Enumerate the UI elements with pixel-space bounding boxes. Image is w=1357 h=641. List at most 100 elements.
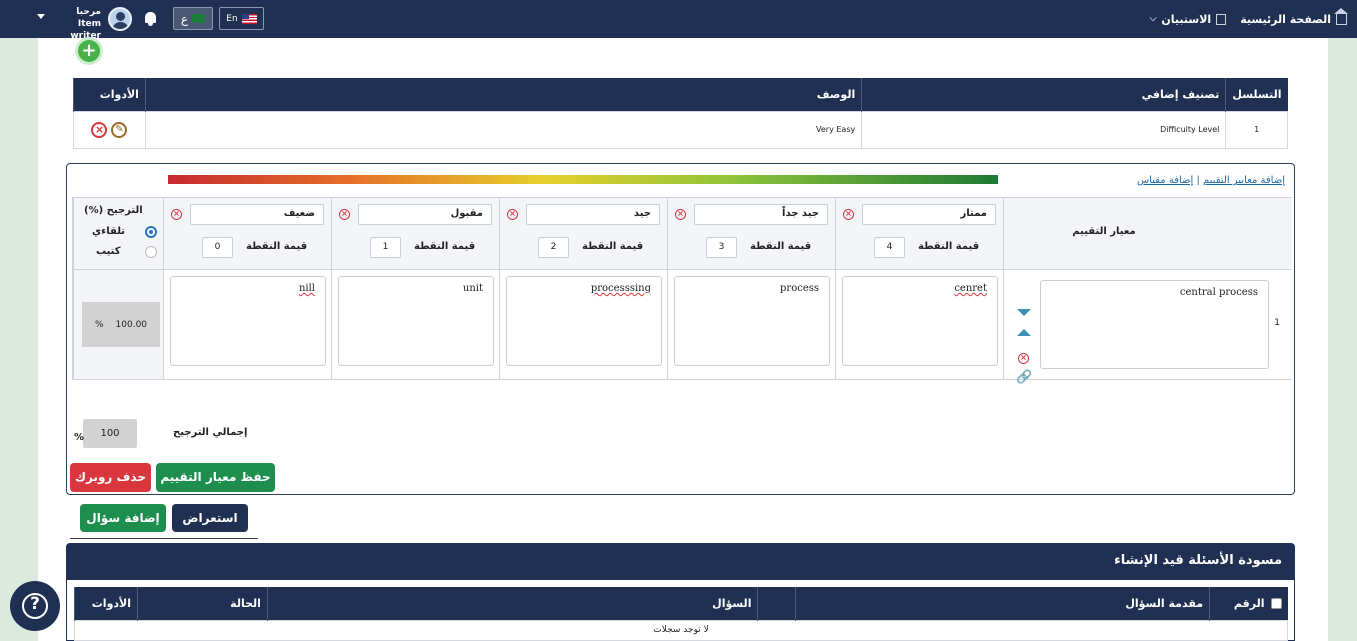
- remove-level-icon[interactable]: ×: [339, 209, 350, 220]
- nav-surveys-label: الاستبيان: [1161, 12, 1212, 26]
- point-label: قيمة النقطة: [918, 241, 980, 252]
- point-input[interactable]: 1: [370, 237, 401, 258]
- delete-icon[interactable]: ×: [91, 121, 108, 138]
- level-header-2: × جيد قيمة النقطة 2: [499, 198, 667, 270]
- weight-header-cell: (%) الترجيح تلقاءي كتيب: [73, 198, 163, 270]
- level-name-input[interactable]: جيد جداً: [694, 204, 828, 225]
- home-icon: [1334, 7, 1348, 25]
- col-desc: الوصف: [144, 78, 862, 111]
- answer-cell-1: process: [667, 270, 835, 380]
- criterion-row-cell: 1 central process × 🔗: [1003, 270, 1292, 385]
- remove-level-icon[interactable]: ×: [675, 209, 686, 220]
- add-classification-button[interactable]: +: [78, 40, 100, 62]
- answer-input[interactable]: processsing: [506, 276, 662, 366]
- move-up-icon[interactable]: [1017, 329, 1031, 336]
- cell-desc: Very Easy: [144, 110, 863, 149]
- link-icon[interactable]: 🔗: [1016, 370, 1032, 385]
- avatar[interactable]: [108, 7, 132, 31]
- col-tools: الأدوات: [73, 78, 146, 111]
- select-all-checkbox[interactable]: [1270, 598, 1282, 610]
- tabs-divider: [70, 538, 258, 539]
- answer-text: cenret: [954, 283, 987, 294]
- point-input[interactable]: 0: [202, 237, 233, 258]
- add-criteria-link[interactable]: إضافة معايير التقييم: [1203, 175, 1285, 186]
- drafts-table: الرقم مقدمة السؤال السؤال الحالة الأدوات…: [73, 587, 1288, 641]
- add-question-button[interactable]: إضافة سؤال: [80, 504, 166, 532]
- answer-text: processsing: [590, 283, 651, 294]
- col-status: الحالة: [137, 587, 268, 620]
- weight-auto-label: تلقاءي: [92, 226, 126, 237]
- level-name-input[interactable]: ضعيف: [190, 204, 324, 225]
- answer-input[interactable]: unit: [338, 276, 494, 366]
- bell-icon[interactable]: [145, 12, 156, 26]
- remove-level-icon[interactable]: ×: [507, 209, 518, 220]
- level-name-input[interactable]: مقبول: [358, 204, 492, 225]
- point-label: قيمة النقطة: [414, 241, 476, 252]
- drafts-header-row: الرقم مقدمة السؤال السؤال الحالة الأدوات: [73, 587, 1288, 620]
- col-number: الرقم: [1209, 587, 1288, 620]
- greeting: مرحبا: [76, 7, 101, 17]
- level-header-1: × جيد جداً قيمة النقطة 3: [667, 198, 835, 270]
- total-weight-unit: %: [74, 432, 85, 443]
- answer-text: process: [780, 283, 819, 294]
- nav-home-label: الصفحة الرئيسية: [1240, 12, 1331, 26]
- level-header-4: × ضعيف قيمة النقطة 0: [163, 198, 331, 270]
- nav-surveys[interactable]: الاستبيان ⌵: [1150, 13, 1227, 26]
- add-scale-link[interactable]: إضافة مقياس: [1137, 175, 1193, 186]
- weight-header: (%) الترجيح: [84, 205, 143, 216]
- answer-input[interactable]: process: [674, 276, 830, 366]
- nav-home[interactable]: الصفحة الرئيسية: [1240, 7, 1348, 26]
- lang-arabic-button[interactable]: ع: [173, 7, 213, 30]
- lang-english-label: En: [226, 13, 238, 24]
- rubric-panel: إضافة معايير التقييم | إضافة مقياس معيار…: [66, 163, 1295, 495]
- row-weight-cell: % 100.00: [73, 270, 163, 380]
- preview-button[interactable]: استعراض: [172, 504, 248, 532]
- move-down-icon[interactable]: [1017, 309, 1031, 316]
- level-name-input[interactable]: جيد: [526, 204, 660, 225]
- remove-criterion-icon[interactable]: ×: [1018, 353, 1029, 364]
- us-flag-icon: [241, 13, 257, 24]
- answer-cell-4: nill: [163, 270, 331, 380]
- save-rubric-button[interactable]: حفظ معيار التقييم: [156, 463, 275, 492]
- answer-input[interactable]: cenret: [842, 276, 998, 366]
- rubric-grid: معيار التقييم × ممتاز قيمة النقطة 4 × جي…: [72, 197, 1292, 385]
- scale-gradient-bar: [168, 175, 998, 184]
- criterion-text-input[interactable]: central process: [1040, 280, 1269, 369]
- point-input[interactable]: 3: [706, 237, 737, 258]
- user-menu-caret-icon[interactable]: [37, 14, 45, 19]
- remove-level-icon[interactable]: ×: [843, 209, 854, 220]
- weight-manual-radio[interactable]: [145, 246, 157, 258]
- weight-auto-radio[interactable]: [145, 226, 157, 238]
- col-blank: [757, 587, 796, 620]
- table-row: 1 Difficulty Level Very Easy ✎×: [73, 110, 1288, 149]
- empty-message: لا توجد سجلات: [74, 619, 1288, 641]
- cell-extra: Difficulty Level: [861, 110, 1227, 149]
- book-icon: [1216, 13, 1227, 25]
- row-weight-box: % 100.00: [82, 302, 160, 347]
- question-mark-icon: ?: [30, 594, 40, 614]
- row-weight-value: 100.00: [115, 319, 148, 330]
- delete-rubric-button[interactable]: حذف روبرك: [70, 463, 151, 492]
- level-name-input[interactable]: ممتاز: [862, 204, 996, 225]
- answer-input[interactable]: nill: [170, 276, 326, 366]
- user-menu[interactable]: مرحبا Item writer: [53, 6, 101, 42]
- cell-tools: ✎×: [73, 110, 146, 149]
- row-number: 1: [1274, 318, 1280, 328]
- edit-icon[interactable]: ✎: [111, 121, 128, 138]
- lang-arabic-label: ع: [180, 11, 189, 26]
- lang-english-button[interactable]: En: [219, 7, 264, 30]
- criteria-header: معيار التقييم: [1072, 226, 1136, 237]
- point-input[interactable]: 2: [538, 237, 569, 258]
- chevron-down-icon: ⌵: [1149, 14, 1157, 24]
- table-header-row: التسلسل تصنيف إضافي الوصف الأدوات: [73, 78, 1288, 111]
- col-tools: الأدوات: [73, 587, 138, 620]
- point-input[interactable]: 4: [874, 237, 905, 258]
- criteria-header-cell: معيار التقييم: [1003, 198, 1292, 270]
- answer-text: nill: [298, 283, 315, 294]
- col-extra: تصنيف إضافي: [861, 78, 1226, 111]
- col-intro: مقدمة السؤال: [795, 587, 1210, 620]
- answer-cell-2: processsing: [499, 270, 667, 380]
- help-button[interactable]: ?: [10, 581, 60, 631]
- answer-text: unit: [462, 283, 483, 294]
- remove-level-icon[interactable]: ×: [171, 209, 182, 220]
